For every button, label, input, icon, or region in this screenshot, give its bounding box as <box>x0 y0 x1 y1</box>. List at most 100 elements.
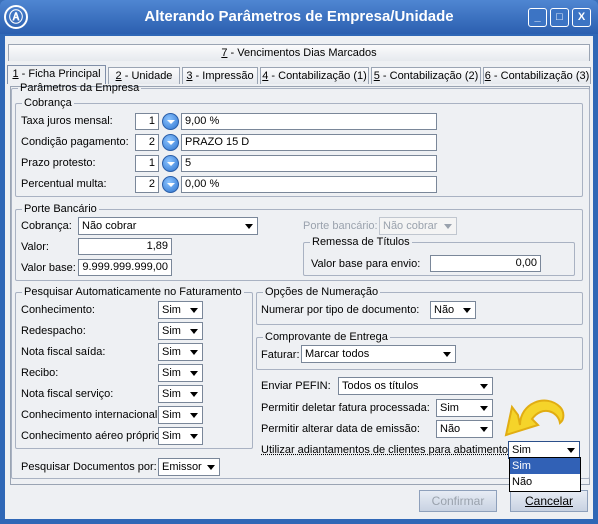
deletar-fatura-value: Sim <box>440 402 459 414</box>
chevron-down-icon <box>242 218 257 234</box>
porte-bancario-select[interactable]: Não cobrar <box>379 217 457 235</box>
condicao-pagamento-code[interactable]: 2 <box>135 134 159 151</box>
curved-arrow-icon <box>504 399 565 437</box>
chevron-down-icon <box>187 386 202 402</box>
chevron-down-icon <box>187 365 202 381</box>
porte-bancario-value: Não cobrar <box>383 220 438 232</box>
tab-label: - Contabilização (2) <box>379 70 479 82</box>
valor-label: Valor: <box>21 241 49 253</box>
cancelar-button[interactable]: Cancelar <box>510 490 588 512</box>
porte-cobranca-select[interactable]: Não cobrar <box>78 217 258 235</box>
condicao-pagamento-field[interactable]: PRAZO 15 D <box>181 134 437 151</box>
remessa-legend: Remessa de Títulos <box>312 236 410 248</box>
redespacho-select[interactable]: Sim <box>158 322 203 340</box>
application-window: Ⓐ Alterando Parâmetros de Empresa/Unidad… <box>0 0 598 524</box>
chevron-down-icon <box>187 407 202 423</box>
nota-fiscal-servico-select[interactable]: Sim <box>158 385 203 403</box>
chevron-down-icon <box>187 323 202 339</box>
adiantamentos-options-list: Sim Não <box>509 457 581 492</box>
minimize-button[interactable]: _ <box>528 8 547 27</box>
recibo-select[interactable]: Sim <box>158 364 203 382</box>
tab-label: - Ficha Principal <box>18 68 101 80</box>
tab-label: - Impressão <box>192 70 254 82</box>
close-button[interactable]: X <box>572 8 591 27</box>
tab-label: - Unidade <box>121 70 173 82</box>
condicao-pagamento-lookup-icon[interactable] <box>162 134 179 151</box>
conhecimento-aereo-select[interactable]: Sim <box>158 427 203 445</box>
nota-fiscal-saida-select[interactable]: Sim <box>158 343 203 361</box>
option-sim[interactable]: Sim <box>510 458 580 474</box>
comprovante-legend: Comprovante de Entrega <box>265 331 388 343</box>
pesquisar-docs-value: Emissor <box>162 461 202 473</box>
conhecimento-internacional-value: Sim <box>162 409 181 421</box>
porte-bancario-legend: Porte Bancário <box>24 203 97 215</box>
percentual-multa-label: Percentual multa: <box>21 178 107 190</box>
percentual-multa-lookup-icon[interactable] <box>162 176 179 193</box>
numerar-tipo-select[interactable]: Não <box>430 301 476 319</box>
chevron-down-icon <box>441 218 456 234</box>
nota-fiscal-servico-value: Sim <box>162 388 181 400</box>
enviar-pefin-select[interactable]: Todos os títulos <box>338 377 493 395</box>
faturar-value: Marcar todos <box>305 348 370 360</box>
deletar-fatura-label: Permitir deletar fatura processada: <box>261 402 430 414</box>
chevron-down-icon <box>187 302 202 318</box>
confirmar-button[interactable]: Confirmar <box>419 490 497 512</box>
valor-base-field[interactable]: 9.999.999.999,00 <box>78 259 172 276</box>
pesquisar-docs-select[interactable]: Emissor <box>158 458 220 476</box>
valor-base-envio-label: Valor base para envio: <box>311 258 421 270</box>
title-bar: Ⓐ Alterando Parâmetros de Empresa/Unidad… <box>0 0 598 34</box>
conhecimento-internacional-select[interactable]: Sim <box>158 406 203 424</box>
nota-fiscal-saida-value: Sim <box>162 346 181 358</box>
taxa-juros-field[interactable]: 9,00 % <box>181 113 437 130</box>
chevron-down-icon <box>187 428 202 444</box>
window-title: Alterando Parâmetros de Empresa/Unidade <box>144 8 454 25</box>
recibo-label: Recibo: <box>21 367 59 379</box>
maximize-button[interactable]: □ <box>550 8 569 27</box>
dialog-body: 7 - Vencimentos Dias Marcados 1 - Ficha … <box>5 36 593 519</box>
alterar-data-label: Permitir alterar data de emissão: <box>261 423 420 435</box>
pesquisar-docs-label: Pesquisar Documentos por: <box>21 461 157 473</box>
tab-label: - Contabilização (1) <box>268 70 367 82</box>
nota-fiscal-servico-label: Nota fiscal serviço: <box>21 388 114 400</box>
percentual-multa-code[interactable]: 2 <box>135 176 159 193</box>
chevron-down-icon <box>477 421 492 437</box>
conhecimento-select[interactable]: Sim <box>158 301 203 319</box>
deletar-fatura-select[interactable]: Sim <box>436 399 493 417</box>
cancelar-label: Cancelar <box>524 494 574 508</box>
numerar-tipo-value: Não <box>434 304 455 316</box>
tab-label: - Contabilização (3) <box>490 70 590 82</box>
cobranca-legend: Cobrança <box>24 97 72 109</box>
porte-cobranca-label: Cobrança: <box>21 220 72 232</box>
redespacho-value: Sim <box>162 325 181 337</box>
chevron-down-icon <box>564 442 579 458</box>
chevron-down-icon <box>204 459 219 475</box>
chevron-down-icon <box>477 400 492 416</box>
prazo-protesto-lookup-icon[interactable] <box>162 155 179 172</box>
valor-base-envio-field[interactable]: 0,00 <box>430 255 541 272</box>
condicao-pagamento-label: Condição pagamento: <box>21 136 129 148</box>
pesquisar-automatico-legend: Pesquisar Automaticamente no Faturamento <box>24 286 242 298</box>
porte-cobranca-value: Não cobrar <box>82 220 137 232</box>
tab-label: - Vencimentos Dias Marcados <box>227 47 377 59</box>
prazo-protesto-field[interactable]: 5 <box>181 155 437 172</box>
numeracao-legend: Opções de Numeração <box>265 286 379 298</box>
chevron-down-icon <box>477 378 492 394</box>
chevron-down-icon <box>460 302 475 318</box>
enviar-pefin-value: Todos os títulos <box>342 380 419 392</box>
valor-field[interactable]: 1,89 <box>78 238 172 255</box>
prazo-protesto-code[interactable]: 1 <box>135 155 159 172</box>
adiantamentos-label: Utilizar adiantamentos de clientes para … <box>261 444 512 456</box>
option-nao[interactable]: Não <box>510 474 580 490</box>
tab-vencimentos[interactable]: 7 - Vencimentos Dias Marcados <box>8 44 590 61</box>
nota-fiscal-saida-label: Nota fiscal saída: <box>21 346 106 358</box>
alterar-data-select[interactable]: Não <box>436 420 493 438</box>
valor-base-label: Valor base: <box>21 262 76 274</box>
taxa-juros-lookup-icon[interactable] <box>162 113 179 130</box>
faturar-select[interactable]: Marcar todos <box>301 345 456 363</box>
percentual-multa-field[interactable]: 0,00 % <box>181 176 437 193</box>
chevron-down-icon <box>440 346 455 362</box>
parametros-legend: Parâmetros da Empresa <box>20 82 140 94</box>
conhecimento-label: Conhecimento: <box>21 304 95 316</box>
prazo-protesto-label: Prazo protesto: <box>21 157 96 169</box>
taxa-juros-code[interactable]: 1 <box>135 113 159 130</box>
